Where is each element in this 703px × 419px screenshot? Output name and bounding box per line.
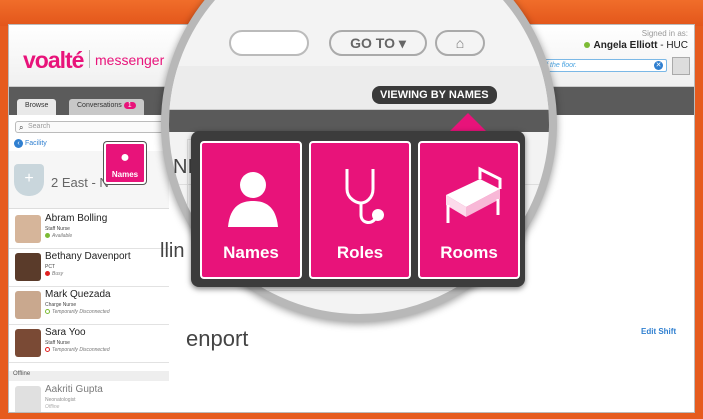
shield-icon: + [14, 164, 44, 196]
contact-role: Charge Nurse [45, 302, 77, 308]
zoomed-tab-bar [169, 110, 549, 132]
avatar [15, 329, 41, 357]
search-icon: ⌕ [19, 123, 24, 132]
avatar [15, 291, 41, 319]
avatar [15, 215, 41, 243]
status-dot-icon [45, 271, 50, 277]
unit-name: 2 East - N [51, 175, 109, 190]
signed-in-label: Signed in as: [641, 29, 688, 38]
zoomed-name-text: llin [160, 240, 185, 262]
user-role: - HUC [660, 40, 688, 51]
status-dot-icon [45, 233, 50, 239]
contact-name: Mark Quezada [45, 289, 111, 300]
logo-subtitle: messenger [95, 52, 165, 68]
contact-status-text: Temporarily Disconnected [52, 309, 110, 315]
tab-browse[interactable]: Browse [17, 99, 57, 115]
logo-divider [89, 50, 90, 68]
contact-row[interactable]: Abram Bolling Staff Nurse Available [9, 211, 169, 249]
tab-browse-label: Browse [25, 102, 49, 109]
clear-status-icon[interactable]: ✕ [654, 61, 663, 70]
goto-button[interactable]: GO TO ▾ [329, 30, 427, 56]
breadcrumb-label: Facility [25, 140, 47, 147]
online-status-dot [583, 42, 590, 48]
tab-conversations-label: Conversations [77, 102, 122, 109]
user-name: Angela Elliott [593, 40, 658, 51]
roles-view-button[interactable]: Roles [309, 141, 411, 279]
contact-role: PCT [45, 264, 55, 270]
search-placeholder: Search [28, 123, 51, 130]
contact-name: Sara Yoo [45, 327, 86, 338]
avatar [15, 253, 41, 281]
back-arrow-icon[interactable]: ‹ [14, 139, 23, 148]
contact-status: Temporarily Disconnected [45, 347, 110, 353]
search-field-zoomed[interactable] [229, 30, 309, 56]
contact-name: Abram Bolling [45, 213, 108, 224]
contact-status-text: Temporarily Disconnected [52, 347, 110, 353]
edit-shift-link[interactable]: Edit Shift [641, 327, 676, 336]
bed-icon [446, 166, 502, 223]
zoomed-name-text: enport [186, 326, 249, 351]
names-view-label-small: Names [111, 170, 139, 179]
tab-conversations[interactable]: Conversations 1 [69, 99, 144, 115]
rooms-view-label: Rooms [440, 243, 498, 262]
viewing-by-names-label[interactable]: VIEWING BY NAMES [372, 86, 497, 104]
person-icon [228, 172, 278, 227]
contact-name: Bethany Davenport [45, 251, 131, 262]
user-avatar-button[interactable] [672, 57, 690, 75]
status-ring-icon [45, 347, 50, 353]
status-ring-icon [45, 309, 50, 315]
contact-status: Busy [45, 271, 63, 277]
unread-badge: 1 [123, 102, 136, 109]
roles-view-label: Roles [336, 243, 384, 262]
zoomed-unit-text: NI [173, 156, 193, 178]
logo: voalté [23, 47, 84, 73]
names-view-label: Names [223, 243, 279, 262]
contact-status: Temporarily Disconnected [45, 309, 110, 315]
zoomed-toolbar [169, 66, 549, 110]
names-view-button-small[interactable]: ● Names [104, 142, 146, 184]
person-icon: ● [120, 149, 130, 166]
breadcrumb[interactable]: ‹ Facility [14, 139, 47, 148]
contact-row[interactable]: Mark Quezada Charge Nurse Temporarily Di… [9, 287, 169, 325]
contact-status: Available [45, 233, 72, 239]
search-input[interactable]: ⌕ Search [15, 121, 165, 133]
contact-name: Aakriti Gupta [45, 384, 103, 395]
contact-status-text: Offline [45, 404, 60, 410]
popup-pointer [450, 113, 486, 131]
contact-role: Staff Nurse [45, 340, 70, 346]
home-icon[interactable]: ⌂ [435, 30, 485, 56]
contact-status-text: Busy [52, 271, 64, 277]
avatar [15, 386, 41, 412]
contact-status-text: Available [52, 233, 73, 239]
names-view-button[interactable]: Names [200, 141, 302, 279]
stethoscope-icon [345, 169, 384, 224]
contact-row[interactable]: Aakriti Gupta Neonatologist Offline [9, 382, 169, 412]
contact-row[interactable]: Bethany Davenport PCT Busy [9, 249, 169, 287]
contact-row[interactable]: Sara Yoo Staff Nurse Temporarily Disconn… [9, 325, 169, 363]
contact-role: Staff Nurse [45, 226, 70, 232]
offline-section-header: Offline [9, 371, 169, 381]
signed-in-user: Angela Elliott - HUC [583, 40, 688, 51]
rooms-view-button[interactable]: Rooms [418, 141, 520, 279]
contact-role: Neonatologist [45, 397, 76, 403]
